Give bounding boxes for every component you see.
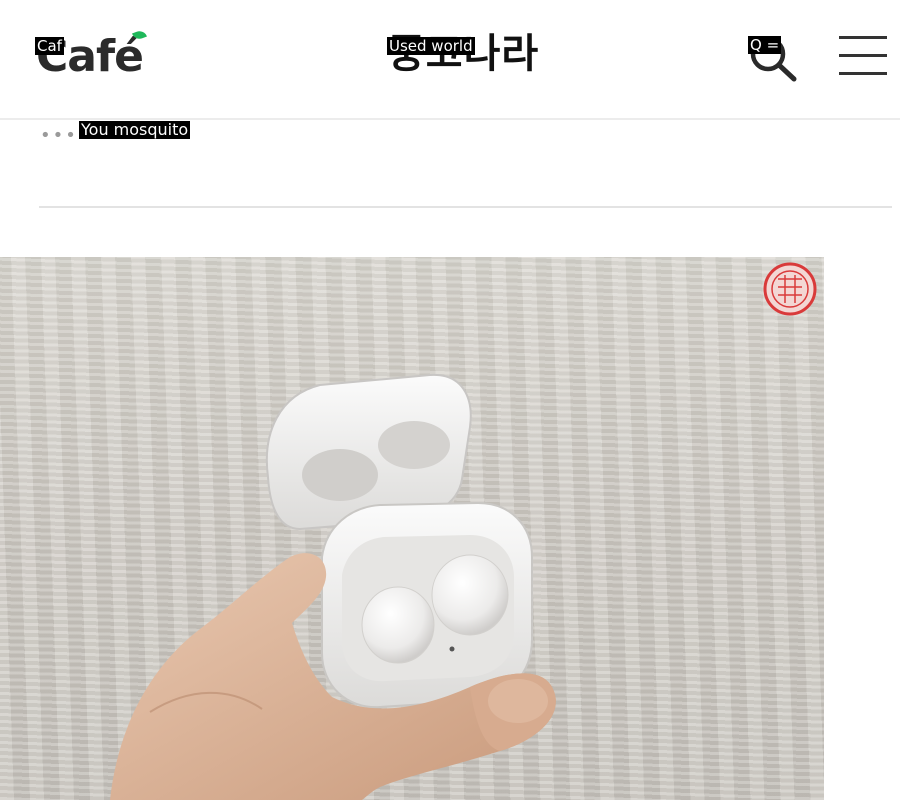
seal-stamp — [763, 262, 817, 316]
left-earbud — [361, 586, 435, 664]
hamburger-menu-icon — [839, 36, 887, 75]
title-ocr-tag: Used world — [387, 37, 475, 55]
product-photo[interactable] — [0, 257, 824, 800]
logo-ocr-tag: Caf — [35, 37, 64, 55]
earbuds-photo-graphic — [110, 262, 817, 800]
more-dots-icon[interactable]: ••• — [40, 127, 76, 145]
menu-button[interactable] — [836, 34, 890, 78]
search-ocr-tag: Q = — [748, 36, 782, 54]
section-divider — [39, 206, 892, 208]
subheader-ocr-tag: You mosquito — [79, 120, 191, 139]
right-earbud — [431, 554, 509, 636]
top-header: Café Caf 중고나라 Used world Q = — [0, 0, 900, 120]
